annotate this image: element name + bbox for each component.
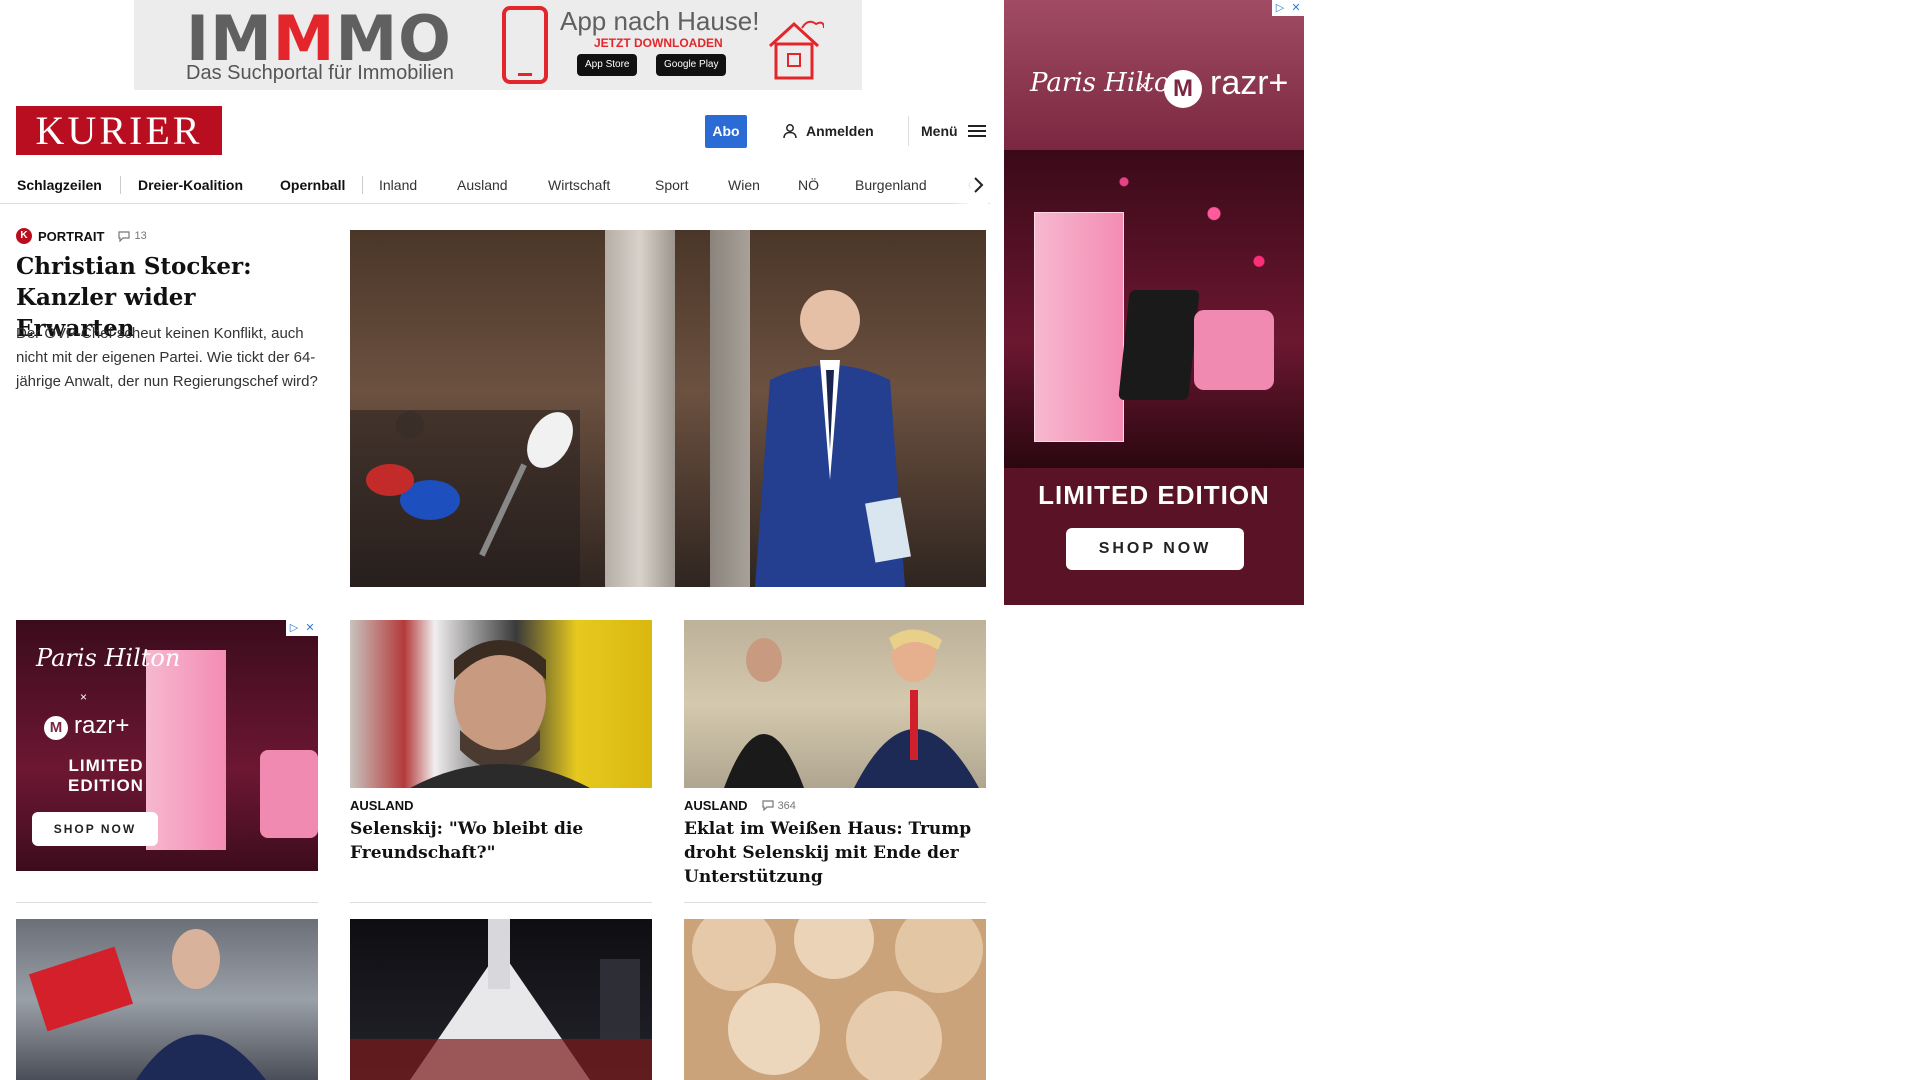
inline-ad[interactable]: Paris Hilton × M razr+ LIMITED EDITION S…: [16, 620, 318, 871]
card-comments[interactable]: 364: [761, 799, 796, 812]
user-icon: [783, 124, 797, 139]
nav-divider: [120, 176, 121, 194]
ad-times: ×: [1138, 78, 1148, 95]
pink-phone: [1194, 310, 1274, 390]
card-meta: AUSLAND: [350, 798, 414, 813]
card-image[interactable]: [16, 919, 318, 1080]
lead-comments[interactable]: 13: [118, 230, 147, 242]
login-label: Anmelden: [806, 123, 874, 139]
card-divider: [16, 902, 318, 903]
ad-close-icon[interactable]: ✕: [1288, 0, 1304, 16]
card-headline[interactable]: Selenskij: "Wo bleibt die Freundschaft?": [350, 817, 650, 865]
card-image[interactable]: [350, 620, 652, 788]
google-play-badge[interactable]: Google Play: [656, 54, 727, 76]
abo-button[interactable]: Abo: [705, 115, 747, 148]
folded-phone: [1118, 290, 1200, 400]
nav-item-noe[interactable]: NÖ: [798, 166, 819, 204]
card-kicker[interactable]: AUSLAND: [350, 798, 414, 813]
nav-item-dreier-koalition[interactable]: Dreier-Koalition: [138, 166, 243, 204]
nav-item-opernball[interactable]: Opernball: [280, 166, 345, 204]
ad-product-photo: [1004, 150, 1304, 468]
card-divider: [684, 902, 986, 903]
white-house-meeting-illustration: [684, 620, 986, 788]
nav-item-inland[interactable]: Inland: [379, 166, 417, 204]
kurier-k-icon: K: [16, 228, 32, 244]
nav-item-sport[interactable]: Sport: [655, 166, 688, 204]
zelensky-illustration: [410, 640, 590, 788]
nav-item-wien[interactable]: Wien: [728, 166, 760, 204]
nav-item-schlagzeilen[interactable]: Schlagzeilen: [17, 166, 102, 204]
card-kicker[interactable]: AUSLAND: [684, 798, 748, 813]
ad-headline: LIMITED EDITION: [68, 756, 144, 795]
ad-info-icon[interactable]: ▷: [286, 620, 302, 636]
ad-times: ×: [80, 690, 88, 704]
main-navigation: Schlagzeilen Dreier-Koalition Opernball …: [0, 166, 990, 204]
ad-tagline: Das Suchportal für Immobilien: [186, 62, 454, 84]
card-image[interactable]: [350, 919, 652, 1080]
card-comment-count: 364: [777, 799, 796, 812]
house-icon: [768, 20, 824, 80]
comment-icon: [118, 230, 131, 242]
krapfen-illustration: [692, 919, 983, 1080]
menu-button[interactable]: Menü: [908, 116, 986, 146]
ad-product: razr+: [74, 712, 130, 739]
phone-icon: [502, 6, 548, 84]
card-image[interactable]: [684, 620, 986, 788]
lead-teaser: Der ÖVP-Chef scheut keinen Konflikt, auc…: [16, 325, 318, 390]
nav-item-ausland[interactable]: Ausland: [457, 166, 508, 204]
image-pillar: [605, 230, 675, 587]
motorola-logo-icon: M: [44, 716, 68, 740]
chancellor-illustration: [755, 290, 911, 587]
ad-info-icon[interactable]: ▷: [1272, 0, 1288, 16]
product-box: [146, 650, 226, 850]
ad-headline: LIMITED EDITION: [1038, 480, 1270, 510]
comment-icon: [761, 800, 774, 811]
product-box: [1034, 212, 1124, 442]
lead-meta: K PORTRAIT 13: [16, 228, 147, 244]
ad-signature: Paris Hilton: [1030, 68, 1187, 98]
motorola-logo-icon: M: [1164, 70, 1202, 108]
card-image[interactable]: [684, 919, 986, 1080]
kurier-logo[interactable]: KURIER: [16, 106, 222, 155]
ad-app-title: App nach Hause!: [560, 6, 760, 36]
ad-signature: Paris Hilton: [36, 644, 181, 672]
ad-app-subtitle: JETZT DOWNLOADEN: [594, 36, 723, 50]
login-button[interactable]: Anmelden: [782, 116, 874, 146]
top-banner-ad[interactable]: IMMMO Das Suchportal für Immobilien App …: [134, 0, 862, 90]
skyscraper-ad[interactable]: Paris Hilton × M razr+ LIMITED EDITION S…: [1004, 0, 1304, 605]
ad-choices[interactable]: ▷ ✕: [1272, 0, 1304, 16]
menu-label: Menü: [921, 123, 958, 139]
pink-phone: [260, 750, 318, 838]
nav-divider: [362, 176, 363, 194]
ad-choices[interactable]: ▷ ✕: [286, 620, 318, 636]
chevron-right-icon[interactable]: [968, 175, 988, 195]
spoe-politician-illustration: [28, 929, 266, 1080]
shop-now-button[interactable]: SHOP NOW: [1066, 528, 1244, 570]
lead-image[interactable]: [350, 230, 986, 587]
card-headline[interactable]: Eklat im Weißen Haus: Trump droht Selens…: [684, 817, 984, 889]
microphones-illustration: [350, 410, 580, 587]
nav-item-wirtschaft[interactable]: Wirtschaft: [548, 166, 610, 204]
ad-close-icon[interactable]: ✕: [302, 620, 318, 636]
lead-kicker[interactable]: PORTRAIT: [38, 229, 104, 244]
card-divider: [350, 902, 652, 903]
shop-now-button[interactable]: SHOP NOW: [32, 812, 158, 846]
ad-product: razr+: [1210, 64, 1289, 102]
monument-night-illustration: [350, 919, 652, 1080]
app-store-badge[interactable]: App Store: [577, 54, 638, 76]
hamburger-icon: [967, 125, 986, 137]
card-meta: AUSLAND 364: [684, 798, 796, 813]
nav-item-burgenland[interactable]: Burgenland: [855, 166, 927, 204]
lead-comment-count: 13: [134, 230, 147, 242]
